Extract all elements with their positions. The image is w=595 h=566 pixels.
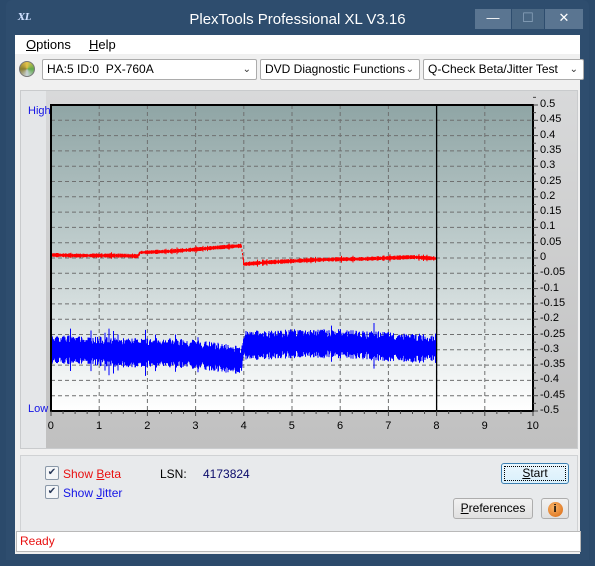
show-beta-checkbox[interactable]: ✔	[45, 466, 59, 480]
menu-bar: Options Help	[15, 35, 580, 54]
options-group: ✔ Show Beta ✔ Show Jitter LSN: 4173824 S…	[20, 455, 578, 541]
y-tick-label: -0.35	[540, 358, 566, 371]
app-window: XL PlexTools Professional XL V3.16 — ☐ ✕…	[6, 0, 589, 560]
show-beta-label[interactable]: Show Beta	[63, 467, 121, 481]
test-select[interactable]: Q-Check Beta/Jitter Test ⌄	[423, 59, 584, 80]
y-tick-label: -0.15	[540, 296, 566, 309]
y-tick-label: 0.1	[540, 220, 556, 233]
y-tick-label: -0.25	[540, 327, 566, 340]
y-tick-label: 0.35	[540, 143, 562, 156]
client-area: Options Help HA:5 ID:0 PX-760A ⌄ DVD Diag…	[15, 35, 584, 554]
close-button[interactable]: ✕	[545, 9, 583, 29]
disc-icon	[19, 61, 35, 77]
info-button[interactable]: i	[541, 498, 569, 519]
info-icon: i	[547, 502, 563, 517]
title-bar[interactable]: XL PlexTools Professional XL V3.16 — ☐ ✕	[6, 0, 589, 36]
chevron-down-icon: ⌄	[405, 64, 414, 75]
beta-jitter-chart	[50, 96, 538, 416]
y-tick-label: 0.4	[540, 128, 556, 141]
y-tick-label: 0.2	[540, 189, 556, 202]
chart-panel: High Low 0 1 2 3 4 5 6 7 8 9 10 0.5 0.45 0.4 0.35 0.3 0…	[20, 90, 578, 449]
x-tick-label: 1	[96, 420, 103, 432]
x-tick-label: 9	[481, 420, 488, 432]
x-tick-label: 6	[337, 420, 344, 432]
y-tick-label: -0.1	[540, 281, 559, 294]
y-tick-label: 0	[540, 251, 547, 263]
y-tick-label: -0.3	[540, 342, 559, 355]
lsn-value: 4173824	[203, 467, 250, 481]
minimize-button[interactable]: —	[475, 9, 511, 29]
x-tick-label: 8	[433, 420, 440, 432]
lsn-label: LSN:	[160, 467, 187, 481]
x-tick-label: 3	[192, 420, 199, 432]
y-tick-label: -0.2	[540, 312, 559, 325]
x-tick-label: 5	[288, 420, 295, 432]
menu-help[interactable]: Help	[89, 37, 116, 52]
status-bar: Ready	[16, 531, 581, 552]
preferences-button[interactable]: Preferences	[453, 498, 533, 519]
y-tick-label: 0.3	[540, 159, 556, 172]
function-select[interactable]: DVD Diagnostic Functions ⌄	[260, 59, 420, 80]
y-tick-label: 0.45	[540, 113, 562, 126]
show-jitter-label[interactable]: Show Jitter	[63, 486, 122, 500]
start-button[interactable]: Start	[501, 463, 569, 484]
x-tick-label: 10	[526, 420, 539, 432]
y-tick-label: 0.05	[540, 235, 562, 248]
toolbar: HA:5 ID:0 PX-760A ⌄ DVD Diagnostic Functi…	[15, 54, 584, 84]
y-tick-label: -0.45	[540, 388, 566, 401]
x-tick-label: 4	[240, 420, 247, 432]
chevron-down-icon: ⌄	[569, 64, 578, 75]
y-tick-label: 0.5	[540, 98, 556, 110]
y-tick-label: 0.25	[540, 174, 562, 187]
x-tick-label: 0	[47, 420, 54, 432]
x-tick-label: 2	[144, 420, 151, 432]
y-tick-label: -0.4	[540, 373, 559, 386]
menu-options[interactable]: Options	[26, 37, 71, 52]
y-tick-label: -0.5	[540, 404, 559, 416]
chevron-down-icon: ⌄	[242, 64, 251, 75]
x-tick-label: 7	[385, 420, 392, 432]
show-jitter-checkbox[interactable]: ✔	[45, 485, 59, 499]
drive-select[interactable]: HA:5 ID:0 PX-760A ⌄	[42, 59, 257, 80]
y-tick-label: 0.15	[540, 205, 562, 218]
status-text: Ready	[20, 534, 55, 548]
y-tick-label: -0.05	[540, 266, 566, 279]
maximize-button[interactable]: ☐	[512, 9, 544, 29]
